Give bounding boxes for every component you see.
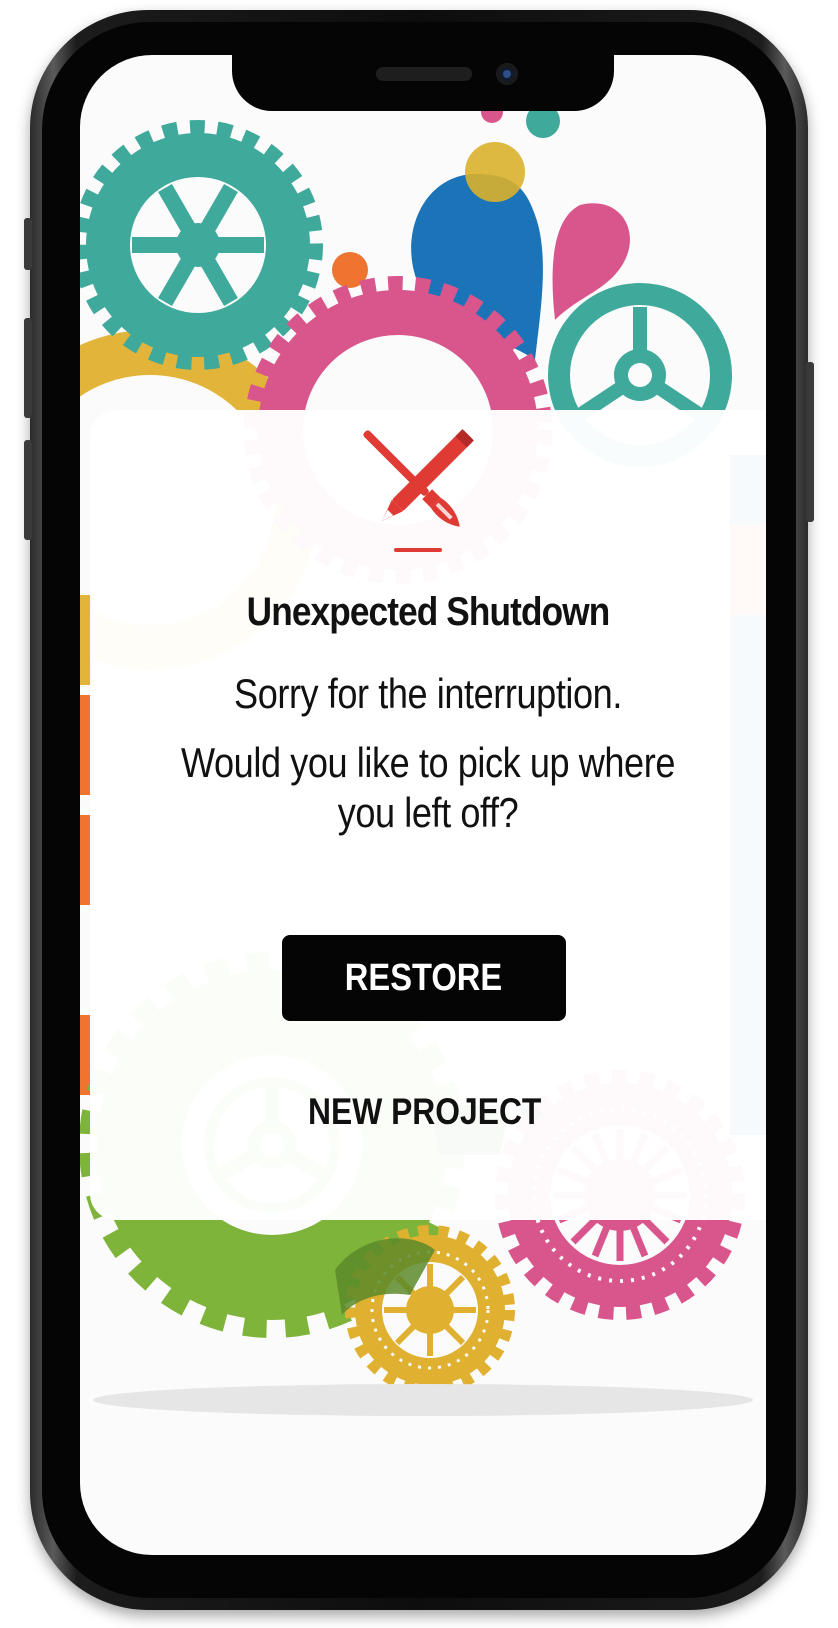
restore-button[interactable]: RESTORE xyxy=(282,935,566,1021)
power-button xyxy=(806,362,814,522)
screen: Unexpected Shutdown Sorry for the interr… xyxy=(80,55,766,1555)
dialog-title: Unexpected Shutdown xyxy=(246,590,611,634)
volume-down-button xyxy=(24,440,32,540)
unexpected-shutdown-dialog: Unexpected Shutdown Sorry for the interr… xyxy=(90,410,766,1220)
silent-switch xyxy=(24,218,32,270)
crossed-pencil-brush-icon xyxy=(363,429,474,552)
restore-button-label: RESTORE xyxy=(345,956,503,999)
dialog-message-question: Would you like to pick up where you left… xyxy=(181,739,675,836)
dialog-message-apology: Sorry for the interruption. xyxy=(234,670,622,717)
notch xyxy=(232,55,614,111)
new-project-button[interactable]: NEW PROJECT xyxy=(240,1080,610,1144)
volume-up-button xyxy=(24,318,32,418)
new-project-button-label: NEW PROJECT xyxy=(308,1091,542,1132)
front-camera-icon xyxy=(496,63,518,85)
teal-gear-icon xyxy=(80,120,323,370)
earpiece-speaker xyxy=(376,67,472,81)
